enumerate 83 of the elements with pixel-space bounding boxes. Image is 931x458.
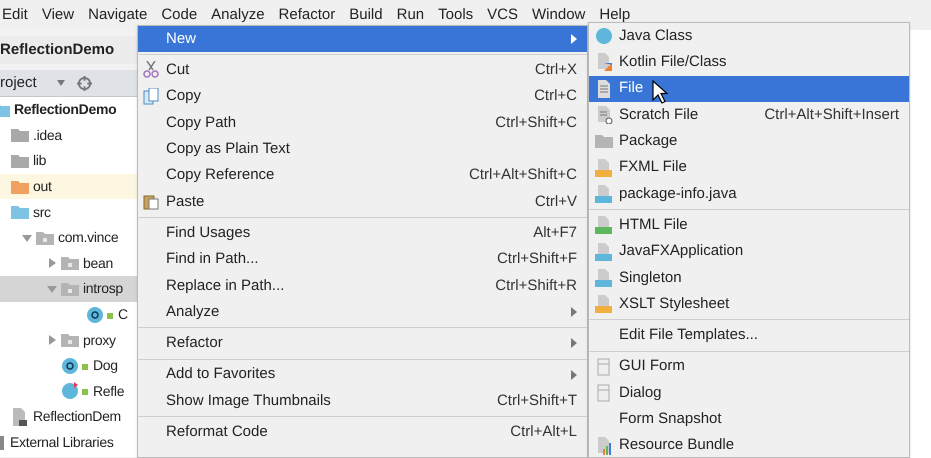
menu-bar-item[interactable]: Code (161, 4, 198, 26)
menu-item[interactable]: Refactor (138, 330, 587, 357)
menu-item[interactable]: Copy Reference Ctrl+Alt+Shift+C (138, 162, 587, 189)
tree-item[interactable]: ReflectionDemo (14, 99, 116, 120)
package-icon (36, 230, 54, 246)
menu-item[interactable]: XSLT Stylesheet (589, 290, 909, 318)
menu-item[interactable]: Find in Path... Ctrl+Shift+F (138, 246, 587, 273)
tree-item[interactable]: out (33, 176, 52, 198)
menu-item[interactable]: Copy Path Ctrl+Shift+C (138, 110, 587, 136)
menu-item[interactable]: Resource Bundle (589, 432, 909, 457)
menu-item[interactable]: New (138, 26, 587, 52)
tree-item[interactable]: bean (83, 252, 113, 274)
markup-file-icon (595, 295, 613, 314)
menu-item[interactable]: Replace in Path... Ctrl+Shift+R (138, 272, 587, 299)
menu-item[interactable]: File (589, 76, 909, 102)
menu-item[interactable]: Reformat Code Ctrl+Alt+L (138, 419, 587, 446)
menu-item[interactable]: Show Image Thumbnails Ctrl+Shift+T (138, 388, 587, 414)
menu-item[interactable]: Scratch File Ctrl+Alt+Shift+Insert (589, 102, 909, 128)
markup-file-icon (595, 158, 613, 177)
menu-item[interactable]: Form Snapshot (589, 406, 909, 432)
clipboard-icon (143, 192, 161, 211)
target-icon[interactable] (76, 76, 92, 90)
tree-item[interactable]: .idea (33, 124, 62, 146)
menu-item[interactable]: Cut Ctrl+X (138, 57, 587, 84)
menu-bar-item[interactable]: VCS (487, 4, 518, 26)
menu-bar-item[interactable]: Edit (2, 4, 28, 26)
package-icon (61, 332, 79, 348)
tree-item[interactable]: C (118, 304, 128, 326)
menu-item[interactable]: Dialog (589, 380, 909, 406)
menu-item[interactable]: Kotlin File/Class (589, 49, 909, 76)
menu-bar-item[interactable]: Refactor (278, 4, 336, 26)
selected-tree-row[interactable]: introsp (0, 276, 137, 302)
package-icon (61, 280, 79, 297)
menu-bar-item[interactable]: View (42, 4, 74, 26)
class-icon (61, 356, 89, 375)
menu-item[interactable]: Singleton (589, 264, 909, 291)
module-file-icon (11, 408, 29, 426)
menu-bar-item[interactable]: Navigate (88, 4, 148, 26)
menu-item[interactable]: Analyze (138, 298, 587, 326)
runnable-class-icon (61, 382, 89, 400)
java-file-icon (595, 242, 613, 261)
kotlin-file-icon (595, 53, 613, 72)
tree-item[interactable]: ReflectionDem (33, 406, 121, 428)
dropdown-icon[interactable] (56, 80, 65, 86)
menu-item[interactable]: Copy as Plain Text (138, 136, 587, 162)
copy-icon (143, 88, 161, 106)
scratch-file-icon (595, 106, 613, 124)
panel-title: roject (0, 72, 37, 93)
menu-bar-item[interactable]: Tools (438, 4, 474, 26)
java-file-icon (595, 184, 613, 203)
tree-item[interactable]: src (33, 202, 51, 223)
menu-item[interactable]: Find Usages Alt+F7 (138, 220, 587, 246)
menu-item[interactable]: Edit File Templates... (589, 322, 909, 349)
text-file-icon (595, 80, 613, 98)
menu-item[interactable]: HTML File (589, 212, 909, 238)
tree-item[interactable]: lib (33, 150, 46, 172)
class-icon (86, 306, 114, 324)
menu-item[interactable]: FXML File (589, 154, 909, 181)
folder-icon (595, 132, 613, 150)
tree-item[interactable]: com.vince (58, 227, 118, 248)
menu-item[interactable]: JavaFXApplication (589, 238, 909, 265)
scissors-icon (143, 61, 161, 80)
tree-item[interactable]: Refle (93, 380, 124, 402)
menu-item[interactable]: Package (589, 128, 909, 154)
tree-item[interactable]: introsp (83, 278, 123, 300)
class-icon (595, 27, 613, 46)
mouse-cursor-icon (652, 80, 668, 104)
menu-item[interactable]: GUI Form (589, 354, 909, 380)
menu-bar-item[interactable]: Run (396, 4, 424, 26)
menu-bar-item[interactable]: Window (532, 4, 586, 26)
menu-item[interactable]: Add to Favorites (138, 362, 587, 388)
tree-item[interactable]: Dog (93, 355, 118, 376)
html-file-icon (595, 216, 613, 234)
tree-item[interactable]: External Libraries (10, 432, 114, 454)
package-icon (61, 255, 79, 272)
menu-bar-item[interactable]: Build (349, 4, 383, 26)
menu-item[interactable]: package-info.java (589, 180, 909, 208)
tree-item[interactable]: proxy (83, 330, 116, 351)
menu-bar-item[interactable]: Analyze (211, 4, 265, 26)
menu-item[interactable]: Copy Ctrl+C (138, 84, 587, 110)
menu-item[interactable]: Paste Ctrl+V (138, 188, 587, 216)
java-file-icon (595, 268, 613, 287)
bar-chart-icon (595, 436, 613, 455)
